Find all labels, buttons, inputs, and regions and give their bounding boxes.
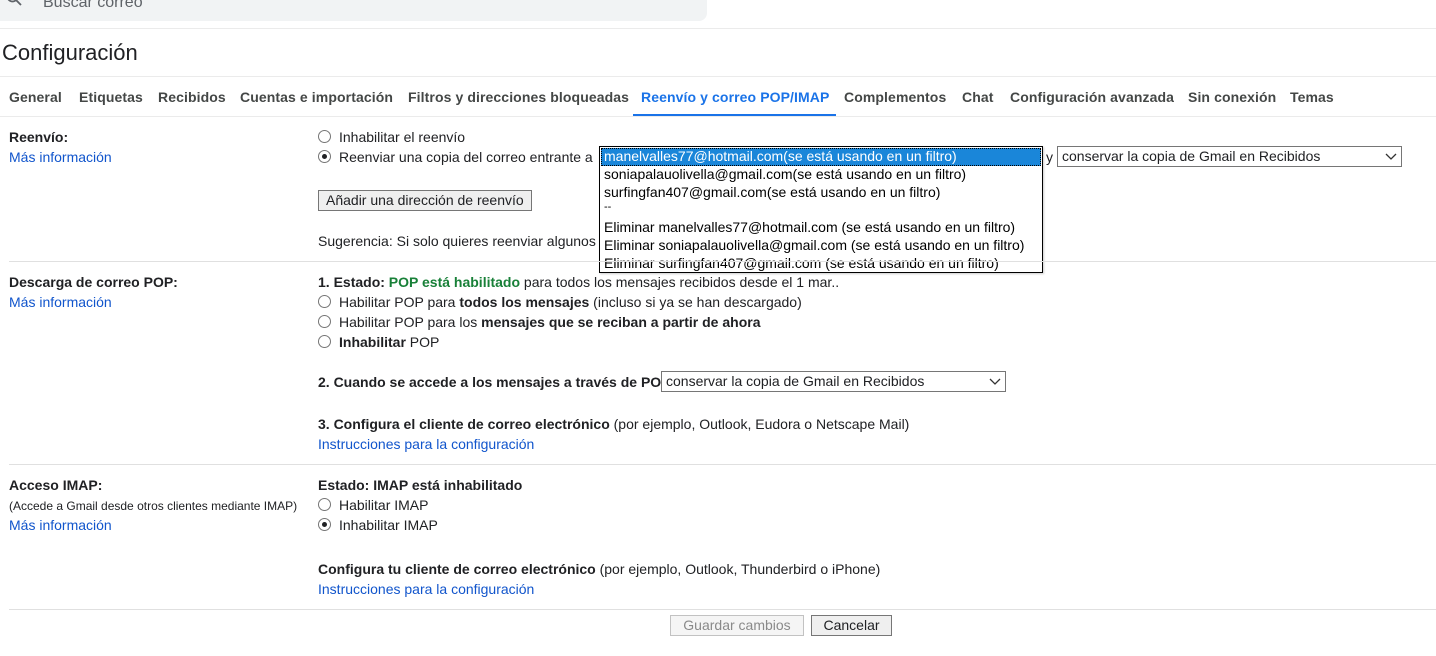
pop-all-messages-label: Habilitar POP para todos los mensajes (i…	[339, 294, 802, 310]
pop-instructions-link[interactable]: Instrucciones para la configuración	[318, 436, 534, 452]
forward-copy-radio[interactable]	[318, 150, 331, 163]
pop-label: Descarga de correo POP:	[9, 274, 178, 290]
pop-more-info-link[interactable]: Más información	[9, 294, 112, 310]
pop-disable-text: POP	[405, 334, 440, 350]
pop-from-now-text: Habilitar POP para los	[339, 314, 482, 330]
pop-all-messages-radio[interactable]	[318, 295, 331, 308]
pop-all-messages-bold: todos los mensajes	[459, 294, 590, 310]
forwarding-tip: Sugerencia: Si solo quieres reenviar alg…	[318, 233, 596, 249]
pop-all-messages-text: Habilitar POP para	[339, 294, 460, 310]
imap-config-note: (por ejemplo, Outlook, Thunderbird o iPh…	[595, 561, 881, 577]
tab-general[interactable]: General	[9, 89, 62, 105]
imap-enable-radio[interactable]	[318, 498, 331, 511]
pop-from-now-bold: mensajes que se reciban a partir de ahor…	[481, 314, 761, 330]
pop-status-suffix: para todos los mensajes recibidos desde …	[520, 274, 840, 290]
forward-copy-label: Reenviar una copia del correo entrante a	[339, 149, 593, 165]
pop-access-action-value: conservar la copia de Gmail en Recibidos	[666, 373, 925, 389]
forwarding-action-value: conservar la copia de Gmail en Recibidos	[1062, 148, 1321, 164]
divider	[9, 609, 1436, 610]
tab-labels[interactable]: Etiquetas	[79, 89, 143, 105]
dropdown-option[interactable]: Eliminar soniapalauolivella@gmail.com (s…	[601, 237, 1041, 255]
add-forwarding-address-button[interactable]: Añadir una dirección de reenvío	[318, 190, 532, 211]
pop-access-action-select[interactable]: conservar la copia de Gmail en Recibidos	[661, 371, 1006, 392]
tab-advanced[interactable]: Configuración avanzada	[1010, 89, 1174, 105]
chevron-down-icon	[989, 378, 1001, 385]
forwarding-more-info-link[interactable]: Más información	[9, 149, 112, 165]
dropdown-option[interactable]: Eliminar manelvalles77@hotmail.com (se e…	[601, 219, 1041, 237]
cancel-button[interactable]: Cancelar	[811, 615, 892, 636]
search-input[interactable]: Buscar correo	[43, 0, 143, 12]
dropdown-option[interactable]: manelvalles77@hotmail.com(se está usando…	[601, 148, 1041, 166]
pop-disable-label: Inhabilitar POP	[339, 334, 439, 350]
imap-config-bold: Configura tu cliente de correo electróni…	[318, 561, 596, 577]
tab-chat[interactable]: Chat	[962, 89, 994, 105]
tab-inbox[interactable]: Recibidos	[158, 89, 226, 105]
forwarding-action-select[interactable]: conservar la copia de Gmail en Recibidos	[1057, 146, 1402, 167]
divider	[9, 464, 1436, 465]
search-icon[interactable]	[6, 0, 22, 6]
divider	[0, 116, 1436, 117]
pop-status-value: POP está habilitado	[388, 274, 521, 290]
save-changes-button[interactable]: Guardar cambios	[670, 615, 804, 636]
tab-offline[interactable]: Sin conexión	[1188, 89, 1276, 105]
imap-instructions-link[interactable]: Instrucciones para la configuración	[318, 581, 534, 597]
pop-step3-note: (por ejemplo, Outlook, Eudora o Netscape…	[609, 416, 910, 432]
imap-label: Acceso IMAP:	[9, 477, 103, 493]
imap-enable-label: Habilitar IMAP	[339, 497, 429, 513]
pop-from-now-radio[interactable]	[318, 315, 331, 328]
dropdown-option[interactable]: soniapalauolivella@gmail.com(se está usa…	[601, 166, 1041, 184]
divider	[9, 261, 1436, 262]
pop-step3-bold: 3. Configura el cliente de correo electr…	[318, 416, 610, 432]
divider	[0, 28, 1436, 29]
pop-status: 1. Estado: POP está habilitado para todo…	[318, 274, 839, 290]
imap-disable-radio[interactable]	[318, 518, 331, 531]
pop-disable-radio[interactable]	[318, 335, 331, 348]
pop-disable-bold: Inhabilitar	[339, 334, 406, 350]
imap-status: Estado: IMAP está inhabilitado	[318, 477, 523, 493]
divider	[0, 76, 1436, 77]
and-text: y	[1046, 149, 1053, 165]
tab-addons[interactable]: Complementos	[844, 89, 946, 105]
chevron-down-icon	[1385, 153, 1397, 160]
imap-sublabel: (Accede a Gmail desde otros clientes med…	[9, 499, 298, 513]
pop-step3: 3. Configura el cliente de correo electr…	[318, 416, 909, 432]
tab-accounts[interactable]: Cuentas e importación	[240, 89, 393, 105]
dropdown-option[interactable]: Eliminar surfingfan407@gmail.com (se est…	[601, 255, 1041, 273]
forwarding-label: Reenvío:	[9, 129, 69, 145]
pop-step2-label: 2. Cuando se accede a los mensajes a tra…	[318, 374, 671, 390]
tab-filters[interactable]: Filtros y direcciones bloqueadas	[408, 89, 629, 105]
tab-forwarding-pop-imap[interactable]: Reenvío y correo POP/IMAP	[641, 89, 829, 105]
imap-config: Configura tu cliente de correo electróni…	[318, 561, 880, 577]
imap-more-info-link[interactable]: Más información	[9, 517, 112, 533]
dropdown-separator: --	[604, 201, 612, 213]
pop-from-now-label: Habilitar POP para los mensajes que se r…	[339, 314, 760, 330]
forwarding-address-dropdown[interactable]: manelvalles77@hotmail.com(se está usando…	[599, 146, 1043, 273]
pop-all-messages-note: (incluso si ya se han descargado)	[589, 294, 802, 310]
pop-status-prefix: 1. Estado:	[318, 274, 389, 290]
disable-forwarding-radio[interactable]	[318, 130, 331, 143]
disable-forwarding-label: Inhabilitar el reenvío	[339, 129, 466, 145]
tab-themes[interactable]: Temas	[1290, 89, 1334, 105]
imap-disable-label: Inhabilitar IMAP	[339, 517, 438, 533]
page-title: Configuración	[2, 40, 138, 65]
